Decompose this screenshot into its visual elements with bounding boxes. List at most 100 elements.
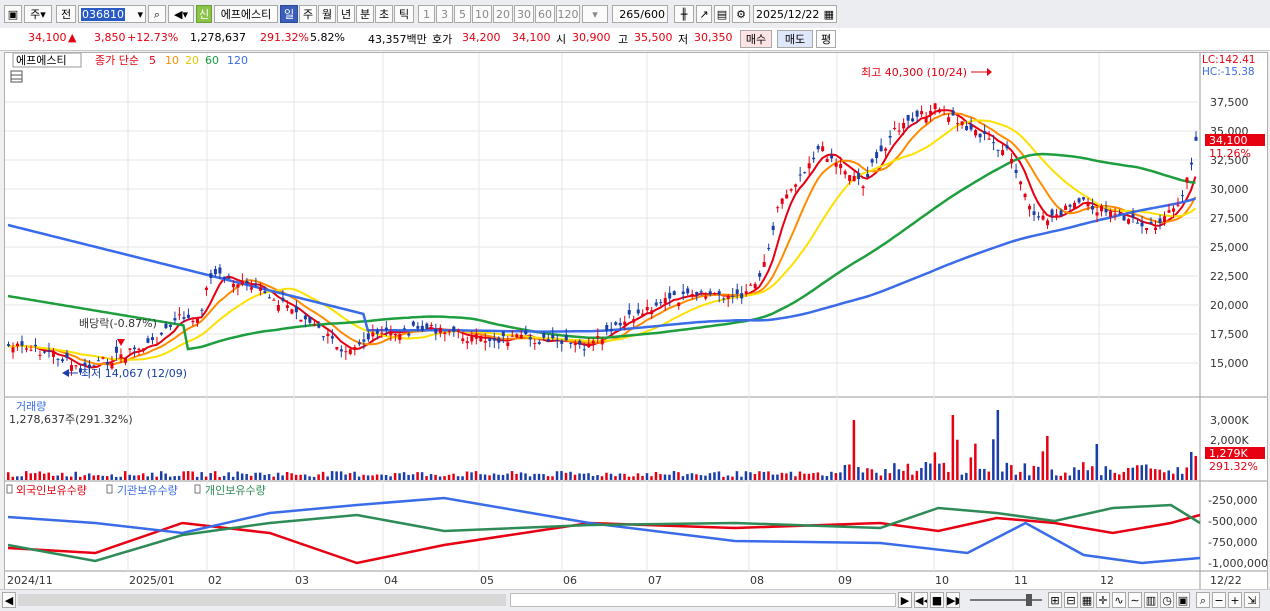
- volume-bar: [987, 471, 991, 480]
- candle-icon[interactable]: ╫: [674, 5, 694, 23]
- zoom-in-icon[interactable]: +: [1228, 592, 1242, 608]
- stop-icon[interactable]: ■: [930, 592, 944, 608]
- legend-stock-name: 에프에스티: [16, 54, 67, 67]
- image-icon[interactable]: ▣: [1176, 592, 1190, 608]
- period-month-button[interactable]: 월: [318, 5, 336, 23]
- play-icon[interactable]: ▶▶: [946, 592, 960, 608]
- volume-bar: [587, 473, 590, 480]
- period-year-button[interactable]: 년: [337, 5, 355, 23]
- interval-1-button[interactable]: 1: [418, 5, 435, 23]
- save-icon[interactable]: ▤: [714, 5, 730, 23]
- candle-body: [371, 332, 375, 337]
- volume-bar: [983, 468, 986, 480]
- candle-body: [1046, 220, 1050, 226]
- volume-bar: [911, 474, 914, 480]
- rewind-icon[interactable]: ◀◀: [914, 592, 928, 608]
- prefix-button[interactable]: 전: [56, 5, 76, 23]
- scroll-thumb[interactable]: [510, 593, 896, 607]
- interval-60-button[interactable]: 60: [535, 5, 555, 23]
- layout-icon[interactable]: ⊞: [1048, 592, 1062, 608]
- volume-bar: [96, 475, 100, 480]
- draw-icon[interactable]: ↗: [696, 5, 712, 23]
- volume-tick: 2,000K: [1210, 434, 1249, 447]
- candle-body: [150, 337, 154, 341]
- volume-bar: [893, 463, 896, 480]
- zoom-out-icon[interactable]: −: [1212, 592, 1226, 608]
- bar-icon[interactable]: ▥: [1144, 592, 1158, 608]
- code-type-select[interactable]: 주▾: [24, 5, 52, 23]
- volume-bar: [362, 474, 365, 480]
- split-icon[interactable]: ⊟: [1064, 592, 1078, 608]
- grid-icon[interactable]: ▦: [1080, 592, 1094, 608]
- buy-button[interactable]: 매수: [740, 30, 772, 48]
- volume-bar: [1028, 475, 1031, 480]
- candle-body: [195, 318, 199, 323]
- volume-bar: [924, 462, 928, 480]
- candle-body: [821, 146, 825, 151]
- speaker-icon[interactable]: ◀▾: [168, 5, 194, 23]
- trend-icon[interactable]: ∼: [1128, 592, 1142, 608]
- interval-20-button[interactable]: 20: [493, 5, 513, 23]
- volume-bar: [38, 471, 41, 480]
- interval-120-button[interactable]: 120: [556, 5, 580, 23]
- period-minute-button[interactable]: 분: [356, 5, 374, 23]
- volume-bar: [159, 471, 163, 480]
- volume-bar: [627, 476, 631, 480]
- candle-body: [281, 297, 285, 301]
- candle-body: [888, 136, 892, 138]
- eval-button[interactable]: 평: [816, 30, 836, 48]
- candle-body: [330, 336, 334, 339]
- candle-body: [96, 360, 100, 362]
- count-input[interactable]: 265/600: [612, 5, 668, 23]
- wave-icon[interactable]: ∿: [1112, 592, 1126, 608]
- volume-bar: [731, 476, 734, 480]
- crosshair-icon[interactable]: ✛: [1096, 592, 1110, 608]
- volume-bar: [1005, 462, 1009, 480]
- x-tick: 11: [1014, 574, 1028, 587]
- candle-body: [276, 305, 280, 311]
- interval-custom-select[interactable]: ▾: [582, 5, 608, 23]
- period-second-button[interactable]: 초: [375, 5, 393, 23]
- candle-body: [569, 342, 573, 344]
- candle-body: [218, 267, 222, 274]
- history-icon[interactable]: ◷: [1160, 592, 1174, 608]
- open-label: 시: [556, 33, 567, 46]
- table-toggle-icon[interactable]: [10, 70, 23, 83]
- candle-body: [771, 225, 775, 231]
- fit-icon[interactable]: ⇲: [1244, 592, 1260, 608]
- candle-body: [128, 348, 132, 350]
- volume-bar: [717, 471, 721, 480]
- window-icon[interactable]: ▣: [4, 5, 22, 23]
- interval-30-button[interactable]: 30: [514, 5, 534, 23]
- volume-bar: [393, 473, 397, 480]
- interval-3-button[interactable]: 3: [436, 5, 453, 23]
- sell-button[interactable]: 매도: [777, 30, 813, 48]
- volume-bar: [155, 476, 158, 480]
- zoom-slider-thumb[interactable]: [1026, 594, 1032, 606]
- volume-bar: [132, 475, 136, 480]
- volume-bar: [137, 475, 140, 480]
- interval-5-button[interactable]: 5: [454, 5, 471, 23]
- volume-bar: [209, 473, 212, 480]
- settings-icon[interactable]: ⚙: [732, 5, 750, 23]
- scroll-left-icon[interactable]: ◀: [2, 592, 16, 608]
- volume-bar: [1194, 456, 1198, 480]
- interval-10-button[interactable]: 10: [472, 5, 492, 23]
- volume-last-tag: 1,279K: [1209, 447, 1248, 460]
- scroll-right-icon[interactable]: ▶: [898, 592, 912, 608]
- period-week-button[interactable]: 주: [299, 5, 317, 23]
- scroll-track[interactable]: [18, 594, 506, 606]
- bottom-scrollbar[interactable]: ◀ ▶ ◀◀ ■ ▶▶ ⊞ ⊟ ▦ ✛ ∿ ∼ ▥ ◷ ▣ ⌕ − + ⇲: [0, 589, 1270, 611]
- candle-body: [897, 130, 901, 132]
- candle-body: [303, 315, 307, 320]
- candle-body: [1136, 222, 1140, 224]
- zoom-search-icon[interactable]: ⌕: [1196, 592, 1210, 608]
- stock-code-input[interactable]: 036810 ▾: [78, 5, 146, 23]
- period-tick-button[interactable]: 틱: [394, 5, 414, 23]
- volume-bar: [407, 474, 410, 480]
- search-icon[interactable]: ⌕: [148, 5, 166, 23]
- period-day-button[interactable]: 일: [280, 5, 298, 23]
- date-input[interactable]: 2025/12/22 ▦: [753, 5, 837, 23]
- x-tick: 09: [838, 574, 852, 587]
- candle-body: [155, 344, 159, 346]
